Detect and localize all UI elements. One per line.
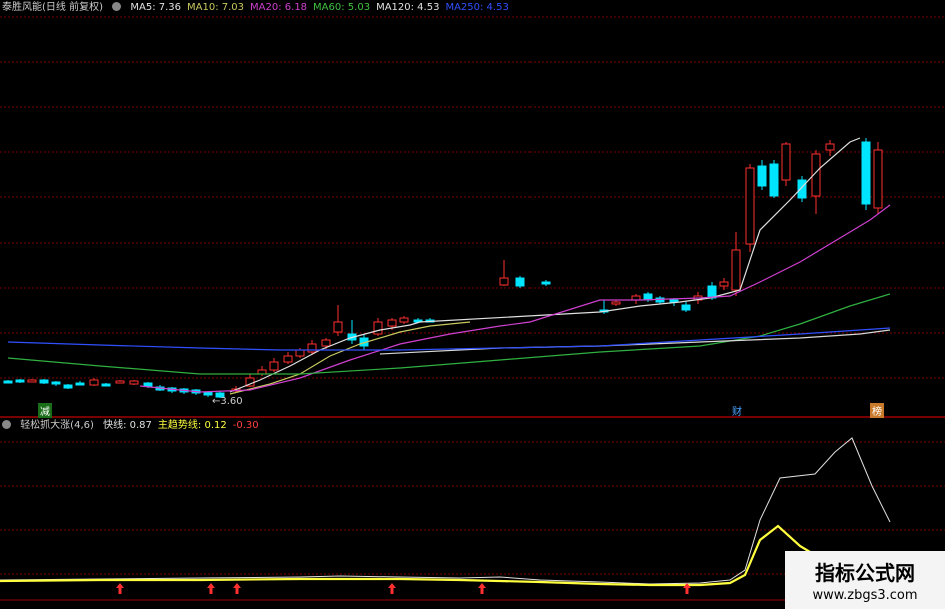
candle-body — [731, 249, 741, 291]
indicator-legend-item-2: -0.30 — [232, 420, 259, 431]
indicator-legend-item-1: 主趋势线: 0.12 — [157, 420, 227, 431]
event-tag-right[interactable]: 榜 — [870, 403, 884, 418]
candle-body — [203, 391, 213, 396]
candle-body — [499, 277, 509, 286]
candle-body — [745, 167, 755, 245]
buy-signal-arrow-icon — [233, 583, 241, 594]
candle-body — [611, 301, 621, 305]
candle-body — [387, 319, 397, 327]
buy-signal-arrow-icon — [388, 583, 396, 594]
candle-body — [307, 343, 317, 353]
candle-body — [719, 281, 729, 287]
indicator-legend: 快线: 0.87 主趋势线: 0.12 -0.30 — [103, 420, 265, 431]
candle-body — [669, 299, 679, 303]
low-price-label: ←3.60 — [212, 396, 243, 407]
trend-line — [0, 524, 881, 587]
ma20-line — [139, 204, 891, 393]
candle-body — [861, 141, 871, 205]
candle-body — [781, 143, 791, 181]
candle-body — [283, 355, 293, 363]
candle-body — [541, 281, 551, 285]
ma-legend-item-4: MA120: 4.53 — [376, 2, 440, 13]
indicator-toggle-icon[interactable] — [112, 2, 122, 11]
candle-body — [89, 379, 99, 386]
ma-legend-item-3: MA60: 5.03 — [313, 2, 371, 13]
candle-body — [39, 379, 49, 384]
fast-line — [0, 437, 891, 585]
watermark-title: 指标公式网 — [815, 561, 915, 585]
ma-legend-item-1: MA10: 7.03 — [187, 2, 245, 13]
candle-body — [321, 339, 331, 347]
candle-body — [27, 379, 37, 383]
candle-body — [373, 321, 383, 335]
indicator-title: 轻松抓大涨(4,6) — [20, 420, 94, 431]
buy-signal-arrow-icon — [116, 583, 124, 594]
ma250-line — [7, 327, 891, 351]
candle-body — [681, 304, 691, 311]
candle-body — [129, 380, 139, 385]
watermark-url: www.zbgs3.com — [812, 588, 918, 603]
candle-body — [115, 380, 125, 384]
ma-legend-item-5: MA250: 4.53 — [445, 2, 509, 13]
ma-legend-item-0: MA5: 7.36 — [130, 2, 182, 13]
candle-body — [825, 143, 835, 151]
ma-legend-item-2: MA20: 6.18 — [250, 2, 308, 13]
indicator-toggle-icon[interactable] — [2, 420, 11, 429]
event-tag-left[interactable]: 减 — [38, 403, 52, 418]
candle-body — [101, 383, 111, 387]
candle-body — [797, 179, 807, 199]
candle-body — [757, 165, 767, 187]
candle-body — [269, 361, 279, 371]
candle-body — [63, 384, 73, 389]
candle-body — [873, 149, 883, 209]
candle-body — [143, 382, 153, 387]
watermark: 指标公式网 www.zbgs3.com — [785, 551, 945, 609]
buy-signal-arrow-icon — [207, 583, 215, 594]
candle-body — [3, 380, 13, 384]
candle-body — [15, 379, 25, 383]
main-chart-header: 泰胜风能(日线 前复权) MA5: 7.36 MA10: 7.03 MA20: 6.… — [2, 1, 521, 15]
candle-body — [769, 163, 779, 197]
event-tag-mid[interactable]: 财 — [730, 403, 744, 418]
candle-body — [51, 381, 61, 385]
sub-chart-header: 轻松抓大涨(4,6) 快线: 0.87 主趋势线: 0.12 -0.30 — [2, 419, 271, 433]
ma-legend: MA5: 7.36 MA10: 7.03 MA20: 6.18 MA60: 5.03 M… — [130, 2, 514, 13]
stock-title: 泰胜风能(日线 前复权) — [2, 2, 103, 13]
candle-body — [333, 321, 343, 333]
candle-body — [515, 277, 525, 287]
candle-body — [295, 349, 305, 357]
chart-canvas[interactable]: ←3.60 — [0, 0, 945, 609]
buy-signal-arrow-icon — [478, 583, 486, 594]
candle-body — [75, 382, 85, 386]
indicator-legend-item-0: 快线: 0.87 — [103, 420, 152, 431]
candle-body — [399, 317, 409, 323]
